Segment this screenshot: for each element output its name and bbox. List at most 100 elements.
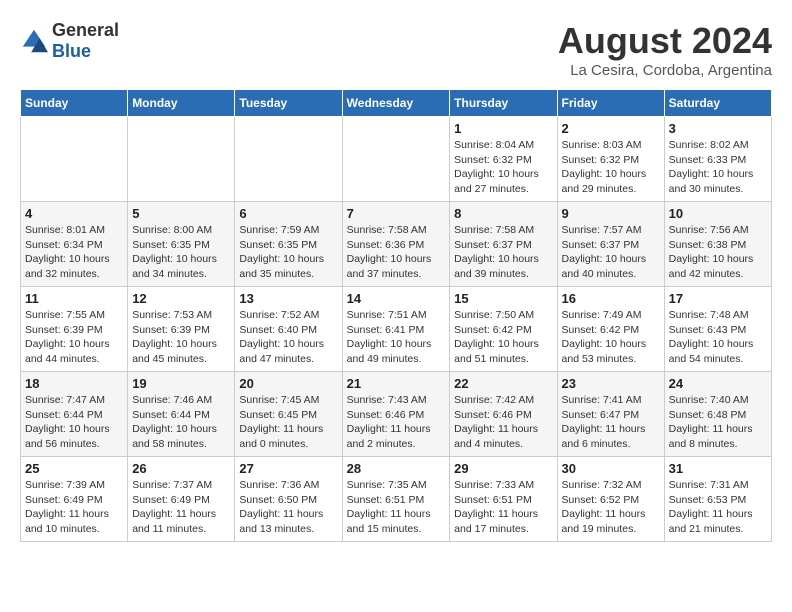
day-cell: 4Sunrise: 8:01 AMSunset: 6:34 PMDaylight… — [21, 202, 128, 287]
calendar-body: 1 Sunrise: 8:04 AMSunset: 6:32 PMDaylight… — [21, 117, 772, 542]
day-cell: 27 Sunrise: 7:36 AMSunset: 6:50 PMDayligh… — [235, 457, 342, 542]
day-info: Sunrise: 7:43 AMSunset: 6:46 PMDaylight:… — [347, 393, 446, 452]
day-cell: 7 Sunrise: 7:58 AMSunset: 6:36 PMDaylight… — [342, 202, 450, 287]
day-info: Sunrise: 7:58 AMSunset: 6:37 PMDaylight:… — [454, 223, 552, 282]
day-info: Sunrise: 7:32 AMSunset: 6:52 PMDaylight:… — [562, 478, 660, 537]
week-row-1: 1 Sunrise: 8:04 AMSunset: 6:32 PMDaylight… — [21, 117, 772, 202]
day-number: 5 — [132, 206, 230, 221]
day-info: Sunrise: 7:33 AMSunset: 6:51 PMDaylight:… — [454, 478, 552, 537]
day-cell: 8 Sunrise: 7:58 AMSunset: 6:37 PMDaylight… — [450, 202, 557, 287]
day-info: Sunrise: 7:35 AMSunset: 6:51 PMDaylight:… — [347, 478, 446, 537]
day-number: 3 — [669, 121, 767, 136]
day-info: Sunrise: 7:37 AMSunset: 6:49 PMDaylight:… — [132, 478, 230, 537]
day-number: 11 — [25, 291, 123, 306]
day-cell — [342, 117, 450, 202]
week-row-2: 4Sunrise: 8:01 AMSunset: 6:34 PMDaylight… — [21, 202, 772, 287]
day-number: 6 — [239, 206, 337, 221]
day-cell: 5 Sunrise: 8:00 AMSunset: 6:35 PMDaylight… — [128, 202, 235, 287]
day-number: 30 — [562, 461, 660, 476]
col-friday: Friday — [557, 90, 664, 117]
day-info: Sunrise: 7:39 AMSunset: 6:49 PMDaylight:… — [25, 478, 123, 537]
day-number: 12 — [132, 291, 230, 306]
day-cell: 1 Sunrise: 8:04 AMSunset: 6:32 PMDaylight… — [450, 117, 557, 202]
day-number: 17 — [669, 291, 767, 306]
day-cell: 3 Sunrise: 8:02 AMSunset: 6:33 PMDaylight… — [664, 117, 771, 202]
col-wednesday: Wednesday — [342, 90, 450, 117]
day-cell: 2Sunrise: 8:03 AMSunset: 6:32 PMDaylight… — [557, 117, 664, 202]
day-number: 9 — [562, 206, 660, 221]
day-cell: 18 Sunrise: 7:47 AMSunset: 6:44 PMDayligh… — [21, 372, 128, 457]
weekday-header-row: Sunday Monday Tuesday Wednesday Thursday… — [21, 90, 772, 117]
day-info: Sunrise: 7:36 AMSunset: 6:50 PMDaylight:… — [239, 478, 337, 537]
day-cell: 13Sunrise: 7:52 AMSunset: 6:40 PMDayligh… — [235, 287, 342, 372]
day-cell: 19Sunrise: 7:46 AMSunset: 6:44 PMDayligh… — [128, 372, 235, 457]
day-cell — [21, 117, 128, 202]
day-cell: 20Sunrise: 7:45 AMSunset: 6:45 PMDayligh… — [235, 372, 342, 457]
day-info: Sunrise: 7:56 AMSunset: 6:38 PMDaylight:… — [669, 223, 767, 282]
day-number: 13 — [239, 291, 337, 306]
col-saturday: Saturday — [664, 90, 771, 117]
day-info: Sunrise: 7:59 AMSunset: 6:35 PMDaylight:… — [239, 223, 337, 282]
day-info: Sunrise: 7:55 AMSunset: 6:39 PMDaylight:… — [25, 308, 123, 367]
day-number: 25 — [25, 461, 123, 476]
day-cell: 16Sunrise: 7:49 AMSunset: 6:42 PMDayligh… — [557, 287, 664, 372]
title-block: August 2024 La Cesira, Cordoba, Argentin… — [558, 20, 772, 79]
day-info: Sunrise: 7:42 AMSunset: 6:46 PMDaylight:… — [454, 393, 552, 452]
day-number: 1 — [454, 121, 552, 136]
calendar-header: Sunday Monday Tuesday Wednesday Thursday… — [21, 90, 772, 117]
day-cell: 23Sunrise: 7:41 AMSunset: 6:47 PMDayligh… — [557, 372, 664, 457]
day-number: 19 — [132, 376, 230, 391]
day-number: 28 — [347, 461, 446, 476]
logo-blue: Blue — [52, 41, 91, 61]
day-info: Sunrise: 8:02 AMSunset: 6:33 PMDaylight:… — [669, 138, 767, 197]
col-tuesday: Tuesday — [235, 90, 342, 117]
day-cell: 26 Sunrise: 7:37 AMSunset: 6:49 PMDayligh… — [128, 457, 235, 542]
day-info: Sunrise: 7:45 AMSunset: 6:45 PMDaylight:… — [239, 393, 337, 452]
col-thursday: Thursday — [450, 90, 557, 117]
day-cell: 22 Sunrise: 7:42 AMSunset: 6:46 PMDayligh… — [450, 372, 557, 457]
logo: General Blue — [20, 20, 119, 62]
day-cell: 15Sunrise: 7:50 AMSunset: 6:42 PMDayligh… — [450, 287, 557, 372]
day-number: 7 — [347, 206, 446, 221]
day-info: Sunrise: 8:04 AMSunset: 6:32 PMDaylight:… — [454, 138, 552, 197]
day-cell: 17 Sunrise: 7:48 AMSunset: 6:43 PMDayligh… — [664, 287, 771, 372]
day-cell: 29 Sunrise: 7:33 AMSunset: 6:51 PMDayligh… — [450, 457, 557, 542]
day-cell: 28 Sunrise: 7:35 AMSunset: 6:51 PMDayligh… — [342, 457, 450, 542]
day-info: Sunrise: 7:58 AMSunset: 6:36 PMDaylight:… — [347, 223, 446, 282]
day-number: 4 — [25, 206, 123, 221]
day-cell: 14 Sunrise: 7:51 AMSunset: 6:41 PMDayligh… — [342, 287, 450, 372]
day-info: Sunrise: 7:41 AMSunset: 6:47 PMDaylight:… — [562, 393, 660, 452]
day-cell: 10 Sunrise: 7:56 AMSunset: 6:38 PMDayligh… — [664, 202, 771, 287]
month-title: August 2024 — [558, 20, 772, 62]
day-number: 10 — [669, 206, 767, 221]
day-number: 26 — [132, 461, 230, 476]
day-number: 21 — [347, 376, 446, 391]
day-info: Sunrise: 7:48 AMSunset: 6:43 PMDaylight:… — [669, 308, 767, 367]
day-info: Sunrise: 7:57 AMSunset: 6:37 PMDaylight:… — [562, 223, 660, 282]
week-row-4: 18 Sunrise: 7:47 AMSunset: 6:44 PMDayligh… — [21, 372, 772, 457]
day-number: 27 — [239, 461, 337, 476]
day-number: 22 — [454, 376, 552, 391]
day-number: 16 — [562, 291, 660, 306]
day-number: 29 — [454, 461, 552, 476]
day-number: 24 — [669, 376, 767, 391]
day-info: Sunrise: 7:47 AMSunset: 6:44 PMDaylight:… — [25, 393, 123, 452]
day-cell: 12 Sunrise: 7:53 AMSunset: 6:39 PMDayligh… — [128, 287, 235, 372]
day-cell — [235, 117, 342, 202]
day-info: Sunrise: 7:51 AMSunset: 6:41 PMDaylight:… — [347, 308, 446, 367]
day-cell: 24 Sunrise: 7:40 AMSunset: 6:48 PMDayligh… — [664, 372, 771, 457]
day-info: Sunrise: 7:53 AMSunset: 6:39 PMDaylight:… — [132, 308, 230, 367]
logo-icon — [20, 27, 48, 55]
day-cell: 6 Sunrise: 7:59 AMSunset: 6:35 PMDaylight… — [235, 202, 342, 287]
day-number: 18 — [25, 376, 123, 391]
logo-general: General — [52, 20, 119, 40]
day-cell: 31Sunrise: 7:31 AMSunset: 6:53 PMDayligh… — [664, 457, 771, 542]
day-info: Sunrise: 8:00 AMSunset: 6:35 PMDaylight:… — [132, 223, 230, 282]
location-title: La Cesira, Cordoba, Argentina — [558, 62, 772, 79]
day-info: Sunrise: 8:03 AMSunset: 6:32 PMDaylight:… — [562, 138, 660, 197]
day-info: Sunrise: 7:40 AMSunset: 6:48 PMDaylight:… — [669, 393, 767, 452]
day-number: 31 — [669, 461, 767, 476]
day-number: 14 — [347, 291, 446, 306]
col-monday: Monday — [128, 90, 235, 117]
day-number: 8 — [454, 206, 552, 221]
